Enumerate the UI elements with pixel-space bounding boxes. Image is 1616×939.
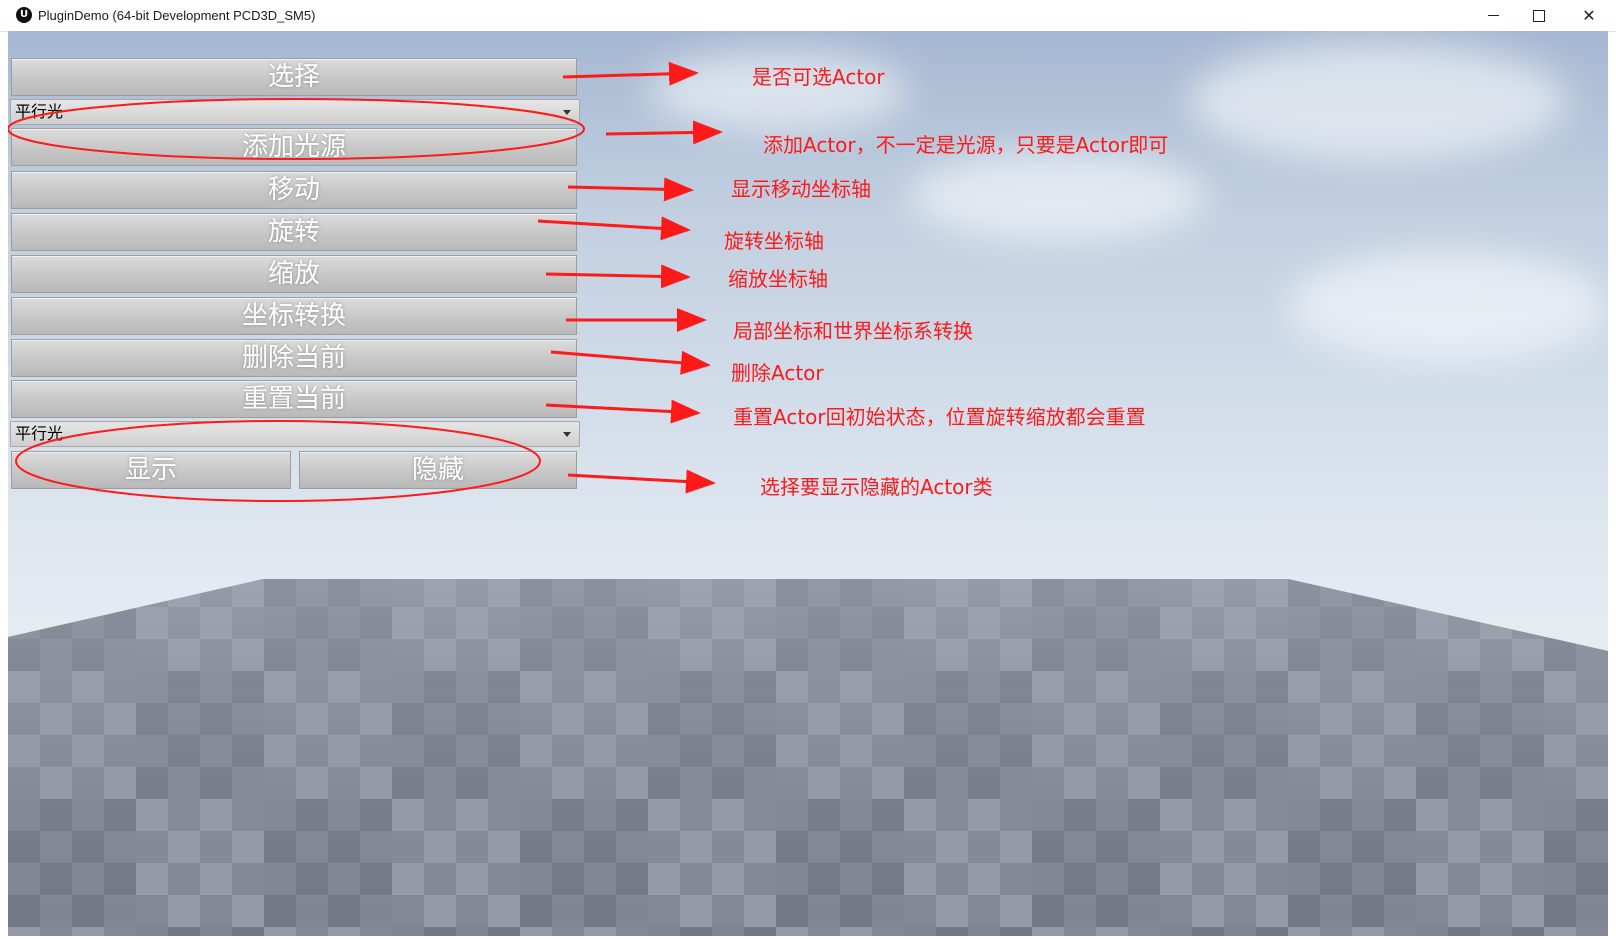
chevron-down-icon <box>563 110 571 115</box>
select-button[interactable]: 选择 <box>11 58 577 96</box>
move-button[interactable]: 移动 <box>11 171 577 209</box>
close-button[interactable]: ✕ <box>1562 0 1616 31</box>
annotation-move: 显示移动坐标轴 <box>731 177 871 201</box>
annotation-visibility: 选择要显示隐藏的Actor类 <box>760 475 993 499</box>
dropdown-value: 平行光 <box>15 102 64 121</box>
maximize-icon <box>1533 9 1545 22</box>
reset-current-button[interactable]: 重置当前 <box>11 380 577 418</box>
game-viewport[interactable]: 灯光 选择 平行光 添加光源 移动 旋转 缩放 坐标转换 删除当前 重置当前 平… <box>8 31 1608 936</box>
rotate-button[interactable]: 旋转 <box>11 213 577 251</box>
scale-button[interactable]: 缩放 <box>11 255 577 293</box>
window-titlebar: U PluginDemo (64-bit Development PCD3D_S… <box>0 0 1616 32</box>
minimize-icon <box>1487 15 1499 16</box>
annotation-convert: 局部坐标和世界坐标系转换 <box>733 319 973 343</box>
chevron-down-icon <box>563 432 571 437</box>
visibility-class-dropdown[interactable]: 平行光 <box>10 421 580 447</box>
add-light-button[interactable]: 添加光源 <box>11 128 577 166</box>
maximize-button[interactable] <box>1516 0 1562 31</box>
dropdown-value: 平行光 <box>15 424 64 443</box>
coord-convert-button[interactable]: 坐标转换 <box>11 297 577 335</box>
annotation-rotate: 旋转坐标轴 <box>724 229 824 253</box>
minimize-button[interactable] <box>1470 0 1516 31</box>
light-type-dropdown[interactable]: 平行光 <box>10 99 580 125</box>
annotation-select: 是否可选Actor <box>752 65 885 89</box>
hide-button[interactable]: 隐藏 <box>299 451 577 489</box>
annotation-scale: 缩放坐标轴 <box>728 267 828 291</box>
window-title: PluginDemo (64-bit Development PCD3D_SM5… <box>38 8 316 23</box>
annotation-add: 添加Actor，不一定是光源，只要是Actor即可 <box>763 133 1169 157</box>
show-button[interactable]: 显示 <box>11 451 291 489</box>
close-icon: ✕ <box>1582 6 1596 25</box>
annotation-reset: 重置Actor回初始状态，位置旋转缩放都会重置 <box>733 405 1146 429</box>
annotation-delete: 删除Actor <box>731 361 824 385</box>
unreal-logo-icon: U <box>16 7 32 23</box>
delete-current-button[interactable]: 删除当前 <box>11 339 577 377</box>
floor-plane <box>8 579 1608 936</box>
